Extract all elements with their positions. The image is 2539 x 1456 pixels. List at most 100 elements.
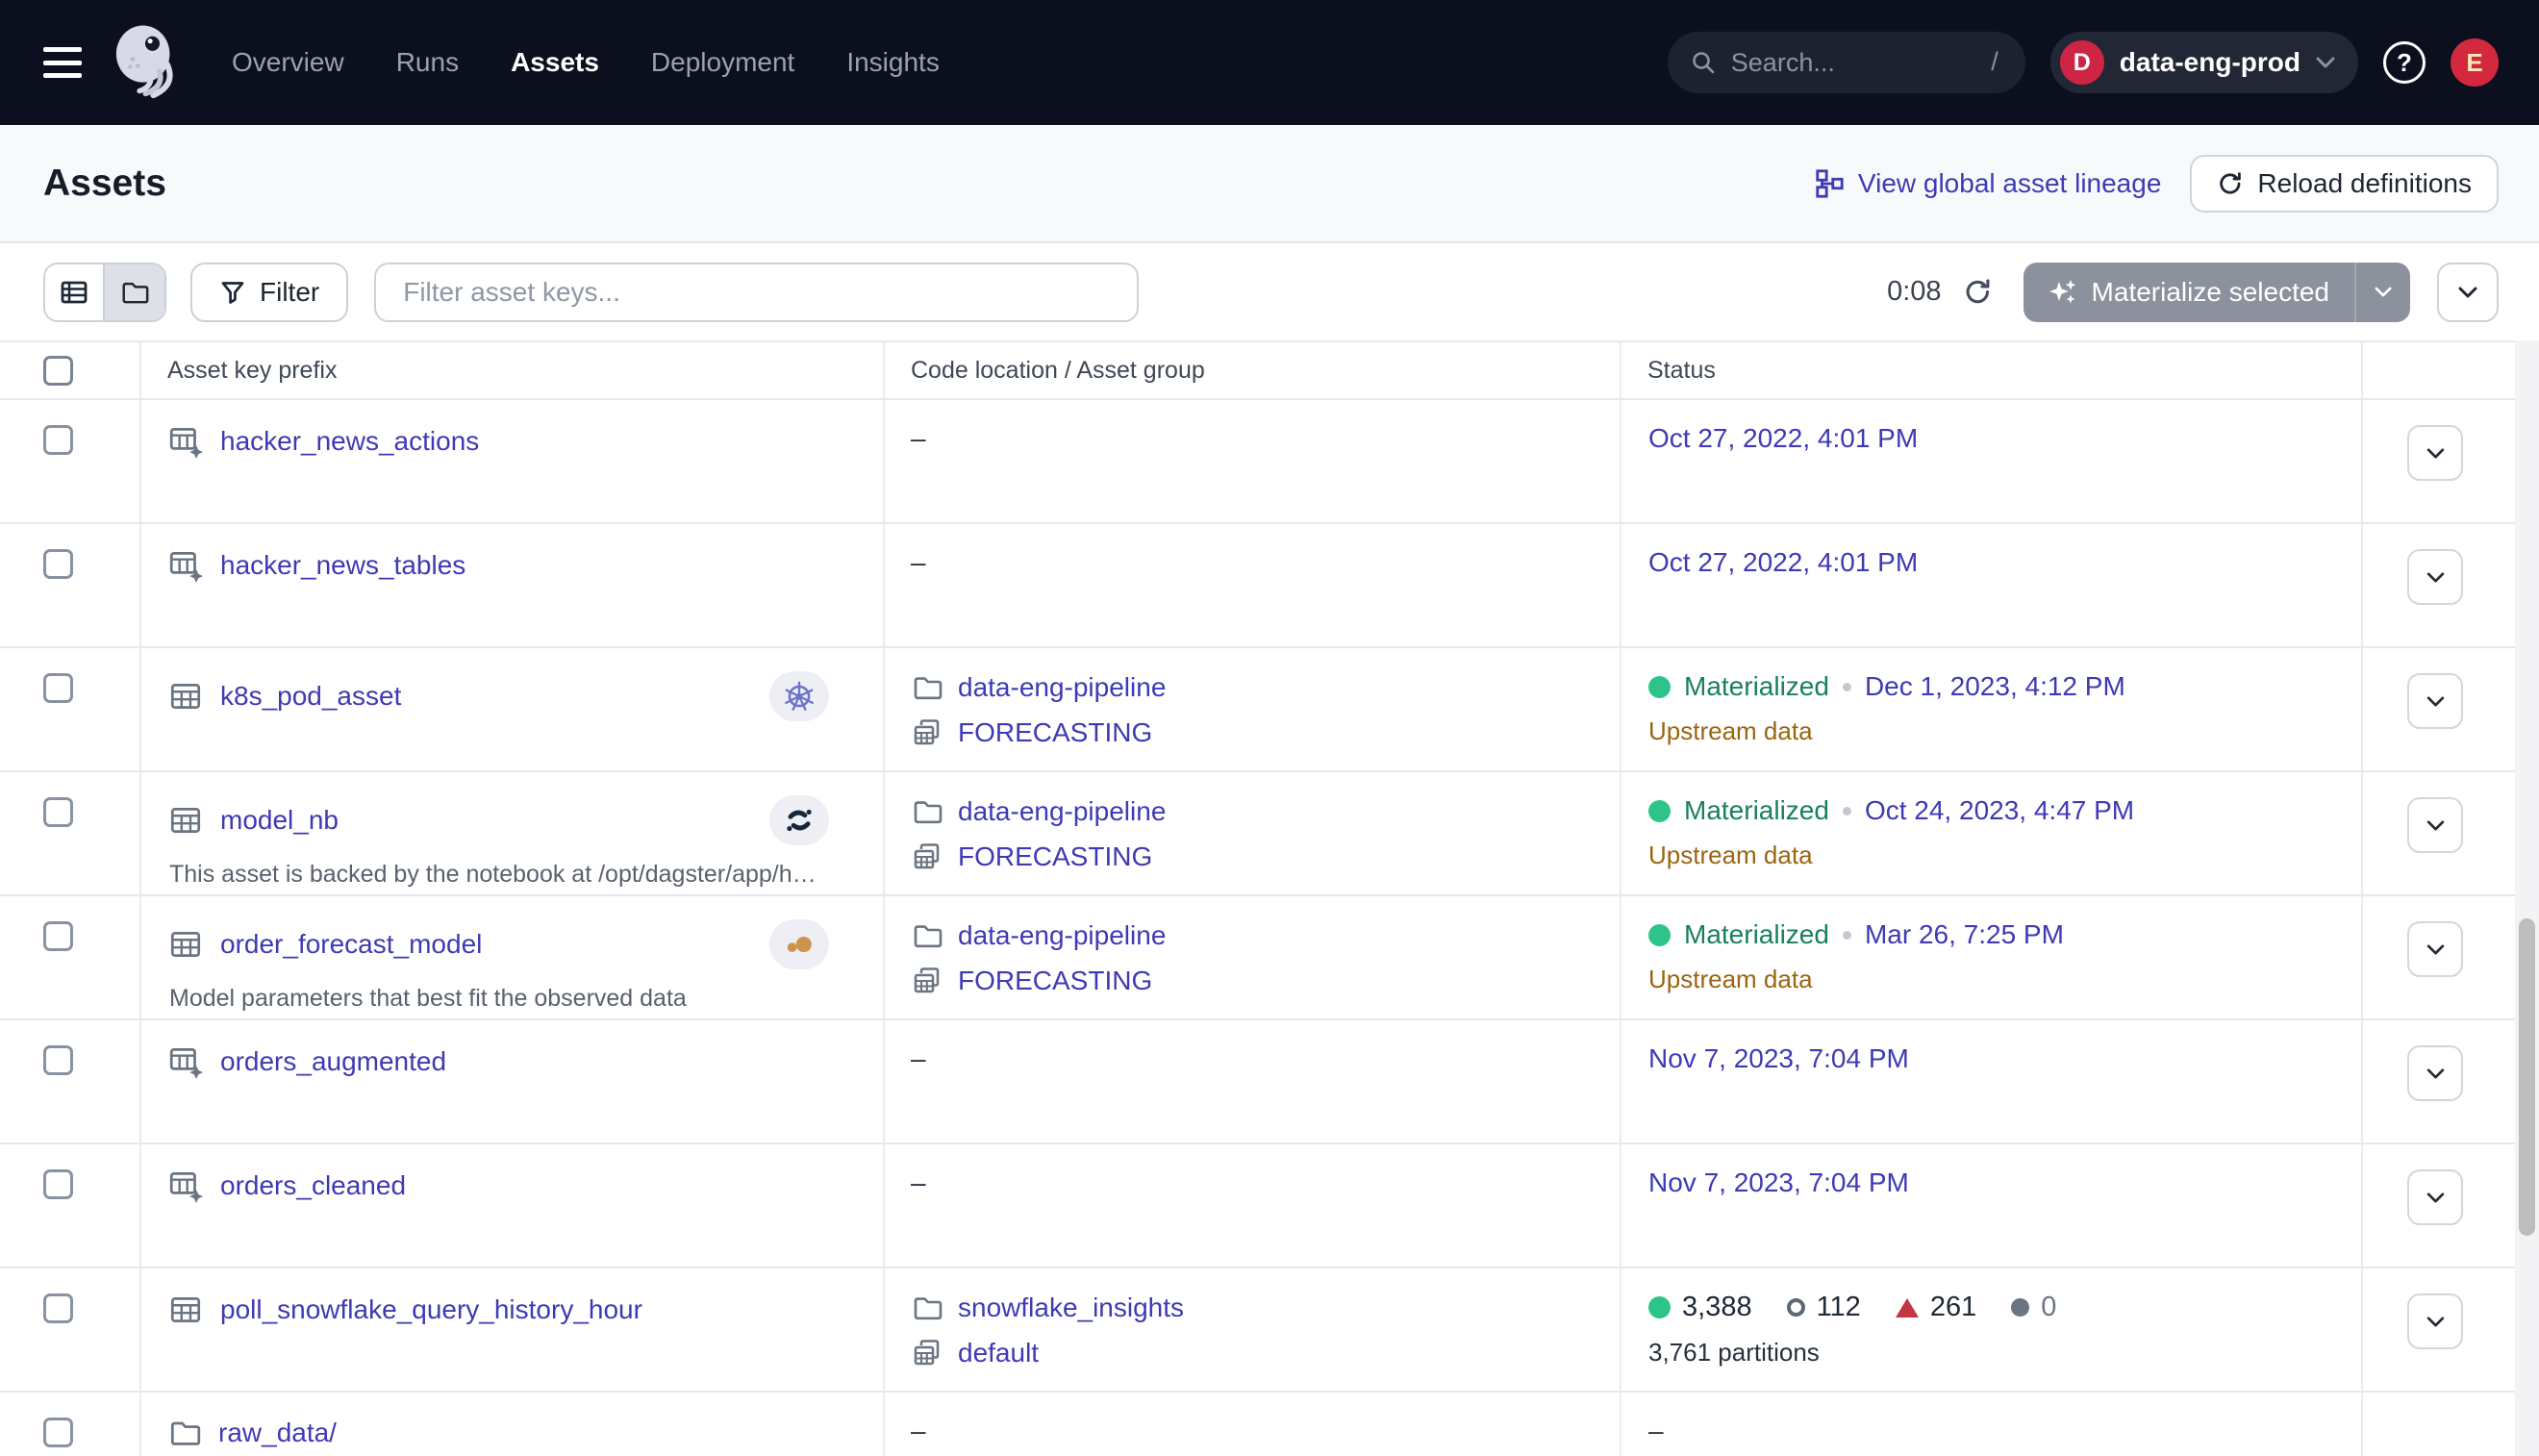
asset-group-link[interactable]: FORECASTING: [958, 966, 1152, 996]
empty-location: –: [911, 547, 926, 577]
row-checkbox[interactable]: [43, 549, 73, 579]
materialization-date-link[interactable]: Mar 26, 7:25 PM: [1865, 919, 2064, 950]
help-button[interactable]: ?: [2383, 41, 2426, 84]
asset-key-link[interactable]: orders_augmented: [220, 1046, 446, 1077]
scrollbar-thumb[interactable]: [2519, 918, 2535, 1236]
code-location-link[interactable]: data-eng-pipeline: [958, 672, 1166, 703]
view-global-asset-lineage-link[interactable]: View global asset lineage: [1814, 168, 2161, 199]
reload-definitions-button[interactable]: Reload definitions: [2190, 155, 2499, 213]
partition-counts: 3,388 112 261 0: [1648, 1292, 2361, 1323]
filter-asset-keys-input[interactable]: [374, 263, 1139, 322]
chevron-down-icon: [2426, 1317, 2445, 1327]
upstream-data-note: Upstream data: [1648, 965, 2361, 994]
asset-key-link[interactable]: model_nb: [220, 805, 339, 836]
materialize-selected-button[interactable]: Materialize selected: [2024, 263, 2410, 322]
code-location-link[interactable]: data-eng-pipeline: [958, 920, 1166, 951]
compute-kind-badge: [769, 919, 829, 969]
asset-group-link[interactable]: FORECASTING: [958, 717, 1152, 748]
scrollbar-track[interactable]: [2515, 340, 2539, 1456]
folder-icon: [167, 1416, 202, 1450]
asset-key-link[interactable]: hacker_news_actions: [220, 426, 479, 457]
asset-key-link[interactable]: raw_data/: [218, 1418, 337, 1448]
materialize-options-caret[interactable]: [2354, 263, 2410, 322]
chevron-down-icon: [2458, 287, 2477, 298]
partitions-note: 3,761 partitions: [1648, 1338, 2361, 1368]
list-view-icon: [59, 277, 89, 308]
row-checkbox[interactable]: [43, 921, 73, 951]
materialization-date-link[interactable]: Oct 24, 2023, 4:47 PM: [1865, 795, 2134, 826]
row-checkbox[interactable]: [43, 1169, 73, 1199]
row-expand-button[interactable]: [2407, 1293, 2463, 1349]
row-checkbox[interactable]: [43, 1418, 73, 1447]
row-expand-button[interactable]: [2407, 921, 2463, 977]
row-expand-button[interactable]: [2407, 797, 2463, 853]
materialization-date-link[interactable]: Dec 1, 2023, 4:12 PM: [1865, 671, 2125, 702]
page-header: Assets View global asset lineage Reload …: [0, 125, 2539, 243]
asset-table-icon: [167, 678, 204, 715]
hamburger-menu-icon[interactable]: [43, 47, 82, 78]
materialization-date-link[interactable]: Oct 27, 2022, 4:01 PM: [1648, 423, 1918, 453]
asset-key-link[interactable]: orders_cleaned: [220, 1170, 406, 1201]
asset-key-link[interactable]: hacker_news_tables: [220, 550, 465, 581]
nav-item-runs[interactable]: Runs: [396, 47, 459, 78]
asset-group-table-icon: [167, 547, 204, 584]
asset-group-icon: [911, 841, 943, 873]
code-location-link[interactable]: snowflake_insights: [958, 1293, 1184, 1323]
chevron-down-icon: [2426, 572, 2445, 583]
user-avatar[interactable]: E: [2451, 38, 2499, 87]
table-row: orders_augmented – Nov 7, 2023, 7:04 PM: [0, 1020, 2539, 1144]
chevron-down-icon: [2426, 448, 2445, 459]
row-checkbox[interactable]: [43, 1045, 73, 1075]
compute-kind-badge: [769, 795, 829, 845]
search-input[interactable]: [1668, 32, 2025, 93]
asset-key-link[interactable]: poll_snowflake_query_history_hour: [220, 1294, 642, 1325]
materialization-date-link[interactable]: Oct 27, 2022, 4:01 PM: [1648, 547, 1918, 577]
chevron-down-icon: [2426, 696, 2445, 707]
row-expand-button[interactable]: [2407, 1045, 2463, 1101]
workspace-badge: D: [2060, 40, 2104, 85]
nav-item-deployment[interactable]: Deployment: [651, 47, 794, 78]
refresh-icon: [2217, 170, 2244, 197]
separator-dot: [1843, 931, 1851, 940]
row-expand-button[interactable]: [2407, 673, 2463, 729]
table-row: model_nb This asset is backed by the not…: [0, 772, 2539, 896]
row-checkbox[interactable]: [43, 797, 73, 827]
empty-location: –: [911, 1043, 926, 1073]
code-location-link[interactable]: data-eng-pipeline: [958, 796, 1166, 827]
failed-count: 261: [1930, 1292, 1976, 1323]
sparkle-icon: [2049, 278, 2077, 307]
asset-key-link[interactable]: order_forecast_model: [220, 929, 482, 960]
directory-view-toggle[interactable]: [105, 264, 164, 320]
asset-group-link[interactable]: FORECASTING: [958, 841, 1152, 872]
row-checkbox[interactable]: [43, 1293, 73, 1323]
asset-key-link[interactable]: k8s_pod_asset: [220, 681, 401, 712]
row-expand-button[interactable]: [2407, 1169, 2463, 1225]
table-row: raw_data/ – –: [0, 1393, 2539, 1456]
select-all-checkbox[interactable]: [43, 356, 73, 386]
more-actions-button[interactable]: [2437, 263, 2499, 322]
asset-group-icon: [911, 1337, 943, 1369]
view-mode-toggle: [43, 263, 166, 322]
nav-item-assets[interactable]: Assets: [511, 47, 599, 78]
chevron-down-icon: [2426, 1068, 2445, 1079]
nav-items: Overview Runs Assets Deployment Insights: [232, 47, 940, 78]
chevron-down-icon: [2426, 1192, 2445, 1203]
folder-icon: [911, 919, 943, 952]
refresh-button[interactable]: [1963, 277, 1993, 307]
asset-group-link[interactable]: default: [958, 1338, 1039, 1368]
materialization-date-link[interactable]: Nov 7, 2023, 7:04 PM: [1648, 1167, 1909, 1197]
row-expand-button[interactable]: [2407, 425, 2463, 481]
funnel-icon: [219, 279, 246, 306]
materialization-date-link[interactable]: Nov 7, 2023, 7:04 PM: [1648, 1043, 1909, 1073]
row-expand-button[interactable]: [2407, 549, 2463, 605]
nav-item-insights[interactable]: Insights: [846, 47, 940, 78]
dagster-logo: [107, 21, 189, 104]
chevron-down-icon: [2426, 820, 2445, 831]
row-checkbox[interactable]: [43, 673, 73, 703]
nav-item-overview[interactable]: Overview: [232, 47, 344, 78]
table-row: poll_snowflake_query_history_hour snowfl…: [0, 1268, 2539, 1393]
row-checkbox[interactable]: [43, 425, 73, 455]
flat-view-toggle[interactable]: [45, 264, 105, 320]
workspace-switcher[interactable]: D data-eng-prod: [2050, 32, 2358, 93]
filter-button[interactable]: Filter: [190, 263, 348, 322]
